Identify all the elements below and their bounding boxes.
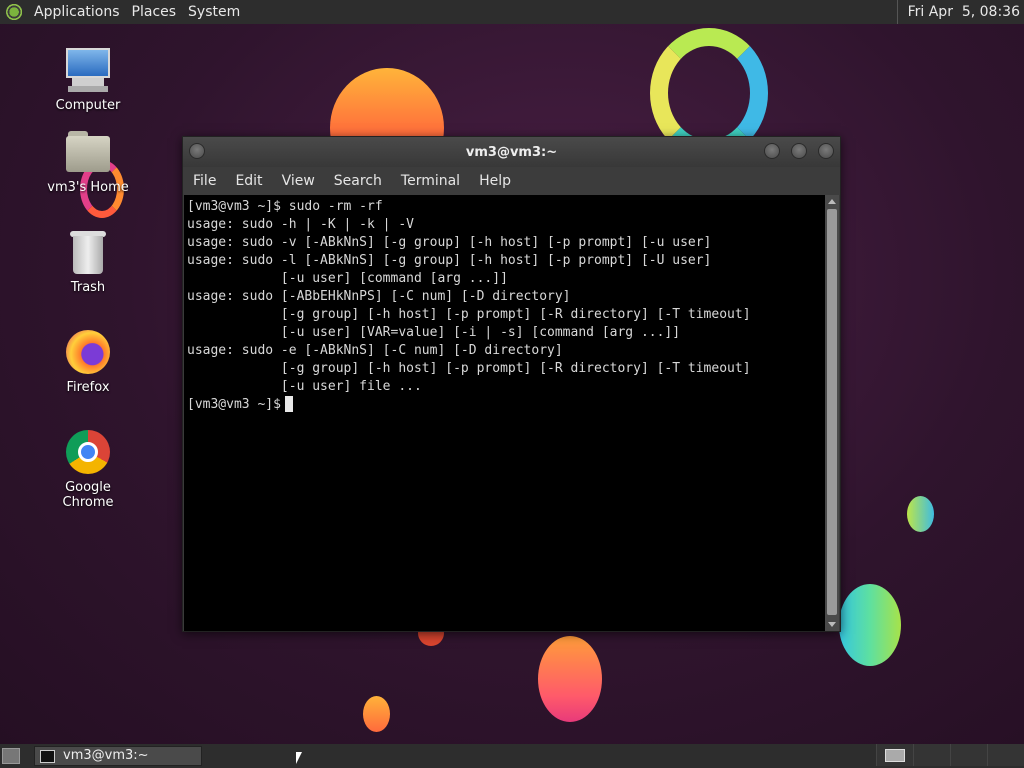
text-cursor <box>284 396 293 412</box>
window-title: vm3@vm3:~ <box>465 145 558 160</box>
terminal-line: [-u user] file ... <box>187 379 422 394</box>
terminal-output[interactable]: [vm3@vm3 ~]$ sudo -rm -rf usage: sudo -h … <box>184 195 826 631</box>
desktop-icon-label: Firefox <box>66 380 110 395</box>
wallpaper-blob <box>907 496 934 532</box>
close-icon[interactable] <box>818 143 834 159</box>
workspace-2[interactable] <box>913 744 950 766</box>
terminal-line: [-g group] [-h host] [-p prompt] [-R dir… <box>187 361 751 376</box>
trash-icon <box>64 228 112 276</box>
terminal-line: usage: sudo [-ABbEHkNnPS] [-C num] [-D d… <box>187 289 571 304</box>
firefox-icon <box>64 328 112 376</box>
top-panel: Applications Places System Fri Apr 5, 08… <box>0 0 1024 24</box>
applications-menu[interactable]: Applications <box>30 4 128 20</box>
wallpaper-blob <box>839 584 901 666</box>
workspace-3[interactable] <box>950 744 987 766</box>
desktop-icon-label: vm3's Home <box>47 180 129 195</box>
menu-file[interactable]: File <box>183 173 225 189</box>
places-menu[interactable]: Places <box>128 4 185 20</box>
terminal-scrollbar[interactable] <box>825 195 839 631</box>
terminal-menubar: File Edit View Search Terminal Help <box>183 167 840 195</box>
prompt-line: [vm3@vm3 ~]$ <box>187 396 826 414</box>
scroll-up-icon[interactable] <box>828 199 836 204</box>
desktop-icon-trash[interactable]: Trash <box>38 228 138 295</box>
computer-icon <box>64 46 112 94</box>
taskbar-button-label: vm3@vm3:~ <box>63 748 149 763</box>
terminal-line: [vm3@vm3 ~]$ sudo -rm -rf <box>187 199 383 214</box>
desktop-icon-firefox[interactable]: Firefox <box>38 328 138 395</box>
terminal-icon <box>40 750 55 763</box>
taskbar-button-terminal[interactable]: vm3@vm3:~ <box>34 746 202 766</box>
desktop-icon-home[interactable]: vm3's Home <box>38 128 138 195</box>
system-menu[interactable]: System <box>184 4 248 20</box>
terminal-line: usage: sudo -v [-ABkNnS] [-g group] [-h … <box>187 235 712 250</box>
menu-terminal[interactable]: Terminal <box>391 173 469 189</box>
wallpaper-blob <box>363 696 390 732</box>
desktop-icon-label: Trash <box>70 280 106 295</box>
home-folder-icon <box>64 128 112 176</box>
workspace-window-icon <box>885 749 905 762</box>
window-titlebar[interactable]: vm3@vm3:~ <box>183 137 840 167</box>
bottom-panel: vm3@vm3:~ <box>0 744 1024 768</box>
chrome-icon <box>64 428 112 476</box>
mouse-pointer-icon <box>296 752 302 764</box>
workspace-1[interactable] <box>876 744 913 766</box>
desktop-icon-computer[interactable]: Computer <box>38 46 138 113</box>
menu-search[interactable]: Search <box>324 173 391 189</box>
wallpaper-blob <box>538 636 602 722</box>
terminal-line: [-g group] [-h host] [-p prompt] [-R dir… <box>187 307 751 322</box>
menu-help[interactable]: Help <box>469 173 520 189</box>
clock[interactable]: Fri Apr 5, 08:36 <box>896 0 1020 24</box>
terminal-window[interactable]: vm3@vm3:~ File Edit View Search Terminal… <box>182 136 841 632</box>
desktop-icon-chrome[interactable]: Google Chrome <box>38 428 138 510</box>
terminal-line: [-u user] [command [arg ...]] <box>187 271 508 286</box>
maximize-icon[interactable] <box>791 143 807 159</box>
scrollbar-thumb[interactable] <box>827 209 837 615</box>
terminal-line: usage: sudo -h | -K | -k | -V <box>187 217 414 232</box>
workspace-4[interactable] <box>987 744 1024 766</box>
terminal-line: usage: sudo -l [-ABkNnS] [-g group] [-h … <box>187 253 712 268</box>
workspace-switcher <box>876 744 1024 768</box>
menu-edit[interactable]: Edit <box>225 173 271 189</box>
terminal-prompt: [vm3@vm3 ~]$ <box>187 397 281 412</box>
terminal-line: [-u user] [VAR=value] [-i | -s] [command… <box>187 325 681 340</box>
distro-logo-icon[interactable] <box>6 3 24 21</box>
minimize-icon[interactable] <box>764 143 780 159</box>
scroll-down-icon[interactable] <box>828 622 836 627</box>
show-desktop-icon[interactable] <box>2 748 20 764</box>
terminal-line: usage: sudo -e [-ABkNnS] [-C num] [-D di… <box>187 343 563 358</box>
desktop-icon-label: Computer <box>55 98 121 113</box>
desktop-icon-label: Google Chrome <box>62 480 114 510</box>
menu-view[interactable]: View <box>272 173 324 189</box>
